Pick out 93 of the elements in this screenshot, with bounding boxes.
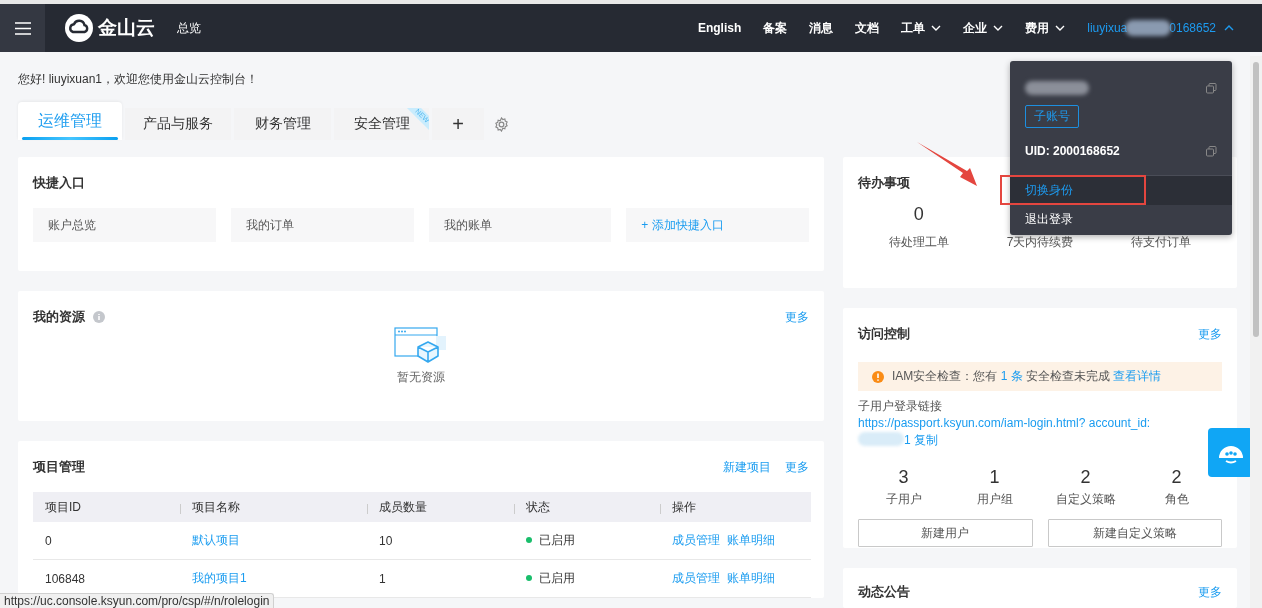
chevron-down-icon [1055, 25, 1066, 31]
project-link[interactable]: 默认项目 [192, 533, 240, 547]
cloud-logo-icon[interactable] [65, 14, 93, 42]
login-link-text: 子用户登录链接 https://passport.ksyun.com/iam-login.html? account_id: 1 复制 [858, 398, 1152, 449]
more-link[interactable]: 更多 [1198, 583, 1222, 601]
create-button[interactable]: 新建自定义策略 [1047, 519, 1222, 547]
table-cell: 0 [33, 522, 180, 560]
add-shortcut-button[interactable]: + 添加快捷入口 [626, 208, 809, 242]
menu-item[interactable]: 退出登录 [1010, 205, 1232, 234]
copy-icon[interactable] [1206, 145, 1217, 157]
user-menu-link[interactable]: liuyixua [1087, 21, 1128, 35]
menu-icon [14, 21, 31, 35]
nav-link[interactable]: 总览 [177, 19, 201, 37]
shortcut-link[interactable]: 我的账单 [428, 208, 612, 242]
redaction-blur [1025, 81, 1089, 95]
column-header: 项目名称 [180, 492, 367, 522]
menu-button[interactable] [0, 4, 45, 52]
action-link[interactable]: 更多 [785, 458, 809, 476]
action-link[interactable]: 新建项目 [723, 458, 771, 476]
column-header: 操作 [660, 492, 811, 522]
redaction-blur [858, 432, 904, 446]
chevron-down-icon [993, 25, 1004, 31]
account-type-tag: 子账号 [1025, 105, 1079, 128]
login-url-link[interactable]: account_id: [1088, 416, 1151, 430]
operation-link[interactable]: 成员管理 [672, 571, 720, 585]
help-chat-button[interactable] [1208, 428, 1253, 477]
count-label: 待处理工单 [888, 234, 949, 251]
shortcut-link[interactable]: 我的订单 [230, 208, 414, 242]
operation-link[interactable]: 账单明细 [727, 533, 775, 547]
table-cell: 1 [367, 559, 514, 598]
operation-link[interactable]: 账单明细 [727, 571, 775, 585]
more-link[interactable]: 更多 [1198, 325, 1222, 343]
menu-item[interactable]: 切换身份 [1010, 176, 1232, 205]
stat-label: 子用户 [885, 491, 922, 508]
tab[interactable]: 产品与服务 [125, 108, 231, 140]
nav-link[interactable]: 消息 [809, 19, 834, 37]
greeting-text: 您好! liuyixuan1，欢迎您使用金山云控制台！ [18, 71, 259, 85]
uid-text: UID: 2000168652 [1025, 144, 1120, 158]
login-url-link[interactable]: 1 [904, 433, 911, 447]
stat-label: 角色 [1164, 491, 1189, 508]
status-text: 已启用 [539, 571, 575, 585]
column-header: 状态 [514, 492, 660, 522]
nav-link[interactable]: 工单 [901, 19, 942, 37]
alert-link[interactable]: 1 条 [1000, 369, 1023, 383]
tab[interactable]: 财务管理 [234, 108, 331, 140]
status-dot [526, 537, 532, 543]
nav-link[interactable]: 备案 [763, 19, 788, 37]
copy-icon[interactable] [1206, 82, 1217, 94]
card-title: 访问控制 [858, 325, 910, 343]
stat-value: 2 [1080, 467, 1091, 488]
nav-link[interactable]: English [697, 21, 742, 35]
alert-message: IAM安全检查：您有 1 条 安全检查未完成 查看详情 [892, 368, 1162, 385]
card-title: 项目管理 [33, 458, 85, 476]
warning-icon [872, 370, 884, 383]
brand-name: 金山云 [98, 16, 155, 40]
shortcut-link[interactable]: 账户总览 [33, 208, 216, 242]
column-header: 项目ID [33, 492, 180, 522]
stat-value: 1 [989, 467, 1000, 488]
card-title: 我的资源 [33, 308, 85, 326]
copy-link[interactable]: 复制 [914, 433, 939, 447]
create-button[interactable]: 新建用户 [858, 519, 1033, 547]
card-title: 快捷入口 [33, 174, 85, 192]
project-link[interactable]: 我的项目1 [192, 571, 247, 585]
count-label: 7天内待续费 [1006, 234, 1074, 251]
card-title: 待办事项 [858, 174, 910, 192]
settings-icon[interactable] [494, 117, 509, 132]
tab[interactable]: 运维管理 [18, 102, 122, 140]
count-value: 0 [913, 203, 924, 226]
nav-link[interactable]: 费用 [1025, 19, 1066, 37]
nav-link[interactable]: 企业 [963, 19, 1004, 37]
chevron-down-icon [931, 25, 942, 31]
alert-link[interactable]: 查看详情 [1113, 369, 1162, 383]
nav-link[interactable]: 文档 [855, 19, 880, 37]
stat-label: 自定义策略 [1055, 491, 1116, 508]
more-link[interactable]: 更多 [785, 308, 809, 326]
user-menu-link[interactable]: 0168652 [1169, 21, 1216, 35]
info-icon[interactable] [93, 311, 105, 323]
status-dot [526, 575, 532, 581]
stat-label: 用户组 [976, 491, 1013, 508]
status-text: 已启用 [539, 533, 575, 547]
table-cell: 10 [367, 522, 514, 560]
stat-value: 2 [1171, 467, 1182, 488]
operation-link[interactable]: 成员管理 [672, 533, 720, 547]
empty-state-text: 暂无资源 [397, 369, 445, 386]
empty-box-icon [394, 327, 448, 365]
stat-value: 3 [898, 467, 909, 488]
count-label: 待支付订单 [1131, 234, 1192, 251]
card-title: 动态公告 [858, 583, 910, 601]
arrow-annotation [916, 141, 978, 187]
login-url-link[interactable]: https://passport.ksyun.com/iam-login.html? [858, 416, 1086, 430]
status-bar-url: https://uc.console.ksyun.com/pro/csp/#/n/rolelogin [0, 593, 275, 608]
add-tab-button[interactable]: + [432, 108, 484, 140]
column-header: 成员数量 [367, 492, 514, 522]
